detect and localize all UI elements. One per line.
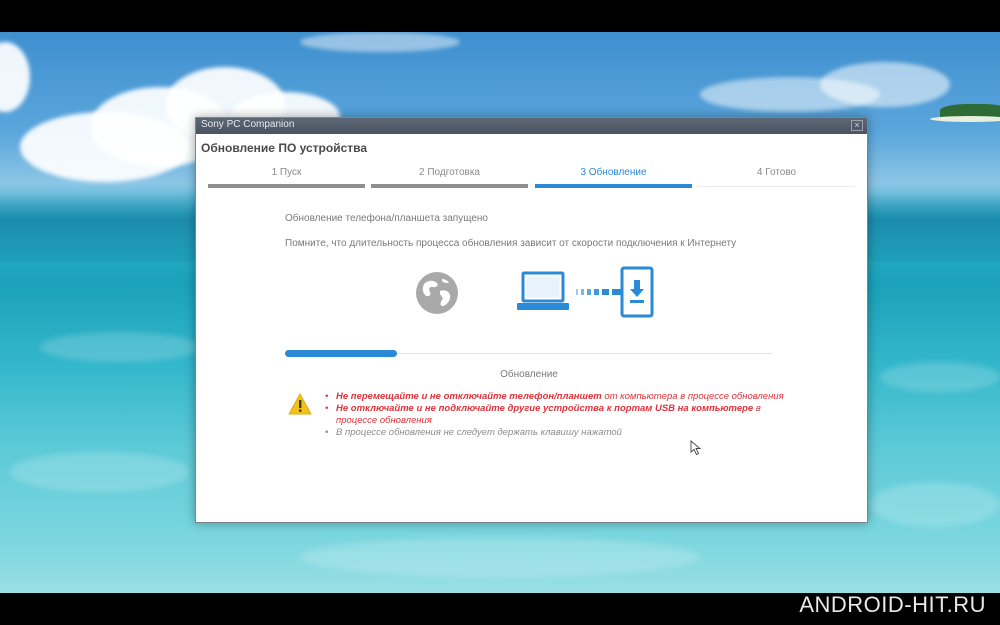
page-title: Обновление ПО устройства <box>201 141 368 155</box>
step-label: 4 Готово <box>756 167 797 178</box>
site-watermark: ANDROID-HIT.RU <box>799 592 986 617</box>
step-bar <box>371 184 528 188</box>
step-label: 2 Подготовка <box>419 167 480 178</box>
cloud <box>300 32 460 52</box>
letterbox-top <box>0 0 1000 32</box>
cloud <box>0 42 30 112</box>
progress-label: Обновление <box>500 369 558 380</box>
phone-download-icon <box>620 266 654 318</box>
mouse-cursor-icon <box>690 440 702 456</box>
window-titlebar[interactable]: Sony PC Companion × <box>196 118 867 134</box>
warning-item: Не отключайте и не подключайте другие ус… <box>323 403 793 427</box>
warning-item: Не перемещайте и не отключайте телефон/п… <box>323 391 793 403</box>
window-title: Sony PC Companion <box>201 119 295 130</box>
water-ripple <box>880 362 1000 392</box>
step-bar <box>535 184 692 188</box>
connection-speed-note: Помните, что длительность процесса обнов… <box>285 238 737 249</box>
step-bar <box>698 186 855 187</box>
globe-icon <box>416 272 458 314</box>
water-ripple <box>10 452 190 492</box>
step-preparation: 2 Подготовка <box>371 165 528 189</box>
update-started-message: Обновление телефона/планшета запущено <box>285 213 488 224</box>
step-indicator: 1 Пуск 2 Подготовка 3 Обновление 4 Готов… <box>208 165 855 191</box>
water-ripple <box>40 332 200 362</box>
warning-list: Не перемещайте и не отключайте телефон/п… <box>323 391 793 439</box>
progress-bar <box>285 350 397 357</box>
warning-item: В процессе обновления не следует держать… <box>323 427 793 439</box>
warning-icon <box>288 393 312 415</box>
warning-emphasis: Не перемещайте и не отключайте телефон/п… <box>336 391 602 402</box>
pc-companion-window: Sony PC Companion × Обновление ПО устрой… <box>195 117 868 523</box>
island-sand <box>930 116 1000 122</box>
step-update: 3 Обновление <box>535 165 692 189</box>
step-label: 3 Обновление <box>580 167 647 178</box>
warning-text: В процессе обновления не следует держать… <box>336 427 622 438</box>
step-done: 4 Готово <box>698 165 855 189</box>
step-start: 1 Пуск <box>208 165 365 189</box>
close-button[interactable]: × <box>851 120 863 131</box>
water-ripple <box>300 537 700 577</box>
warning-emphasis: Не отключайте и не подключайте другие ус… <box>336 403 754 414</box>
transfer-arrows-icon <box>576 289 621 295</box>
water-ripple <box>870 482 1000 527</box>
step-bar <box>208 184 365 188</box>
cloud <box>820 62 950 107</box>
warning-text: от компьютера в процессе обновления <box>601 391 784 402</box>
laptop-icon <box>517 271 569 310</box>
step-label: 1 Пуск <box>271 167 302 178</box>
